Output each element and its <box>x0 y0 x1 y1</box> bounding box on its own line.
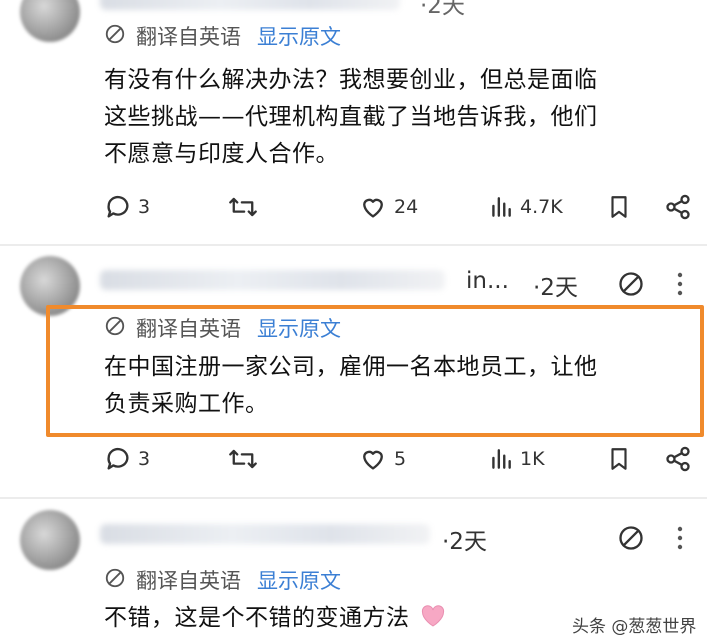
share-icon <box>666 194 690 220</box>
views-button[interactable]: 4.7K <box>488 193 563 221</box>
repost-button[interactable] <box>228 445 258 473</box>
views-button[interactable]: 1K <box>488 445 545 473</box>
repost-icon <box>229 197 257 217</box>
more-options-icon[interactable] <box>676 524 684 556</box>
post-text-line: 不错，这是个不错的变通方法 <box>104 605 410 631</box>
author-name-blurred[interactable] <box>100 524 430 544</box>
avatar[interactable] <box>20 510 80 570</box>
like-button[interactable]: 24 <box>358 193 418 221</box>
heart-icon <box>363 450 383 470</box>
like-count: 24 <box>394 196 419 218</box>
action-bar: 3 5 1K <box>0 443 707 477</box>
post-text-line: 这些挑战——代理机构直截了当地告诉我，他们 <box>104 104 598 130</box>
author-name-blurred[interactable] <box>100 0 400 10</box>
author-name-blurred[interactable] <box>100 270 445 290</box>
post-text: 有没有什么解决办法？我想要创业，但总是面临 这些挑战——代理机构直截了当地告诉我… <box>104 62 598 173</box>
like-count: 5 <box>394 448 407 470</box>
post-text-line: 有没有什么解决办法？我想要创业，但总是面临 <box>104 67 598 93</box>
reply-button[interactable]: 3 <box>104 445 150 473</box>
translation-row: 翻译自英语 显示原文 <box>104 22 341 50</box>
analytics-icon <box>492 197 511 217</box>
repost-icon <box>229 449 257 469</box>
view-count: 4.7K <box>520 196 563 218</box>
translate-icon <box>104 23 126 50</box>
action-bar: 3 24 4.7K <box>0 191 707 225</box>
reply-icon <box>107 447 129 470</box>
bookmark-icon <box>611 196 627 218</box>
share-button[interactable] <box>664 445 692 473</box>
translated-from-label: 翻译自英语 <box>136 25 241 49</box>
pink-heart-icon <box>420 602 446 627</box>
avatar[interactable] <box>20 0 80 42</box>
reply-count: 3 <box>138 448 151 470</box>
reply-button[interactable]: 3 <box>104 193 150 221</box>
repost-button[interactable] <box>228 193 258 221</box>
post-time: ·2天 <box>420 0 465 19</box>
view-count: 1K <box>520 448 545 470</box>
author-handle[interactable]: in... <box>466 268 509 294</box>
translate-icon <box>104 567 126 594</box>
analytics-icon <box>492 449 511 469</box>
watermark: 头条 @葱葱世界 <box>572 617 697 637</box>
reply-count: 3 <box>138 196 151 218</box>
translated-from-label: 翻译自英语 <box>136 569 241 593</box>
post-time: ·2天 <box>442 529 487 555</box>
post-text-line: 不愿意与印度人合作。 <box>104 141 339 167</box>
grok-icon[interactable] <box>617 270 645 302</box>
bookmark-icon <box>611 448 627 470</box>
post-divider <box>0 497 707 499</box>
like-button[interactable]: 5 <box>358 445 406 473</box>
bookmark-button[interactable] <box>606 193 632 221</box>
bookmark-button[interactable] <box>606 445 632 473</box>
highlight-box <box>46 305 704 437</box>
post-text: 不错，这是个不错的变通方法 <box>104 600 446 637</box>
show-original-link[interactable]: 显示原文 <box>257 565 341 595</box>
reply-icon <box>107 195 129 218</box>
share-button[interactable] <box>664 193 692 221</box>
post-time: ·2天 <box>533 275 578 301</box>
share-icon <box>666 446 690 472</box>
heart-icon <box>363 198 383 218</box>
show-original-link[interactable]: 显示原文 <box>257 21 341 51</box>
grok-icon[interactable] <box>617 524 645 556</box>
post-divider <box>0 244 707 246</box>
translation-row: 翻译自英语 显示原文 <box>104 566 341 594</box>
more-options-icon[interactable] <box>676 270 684 302</box>
